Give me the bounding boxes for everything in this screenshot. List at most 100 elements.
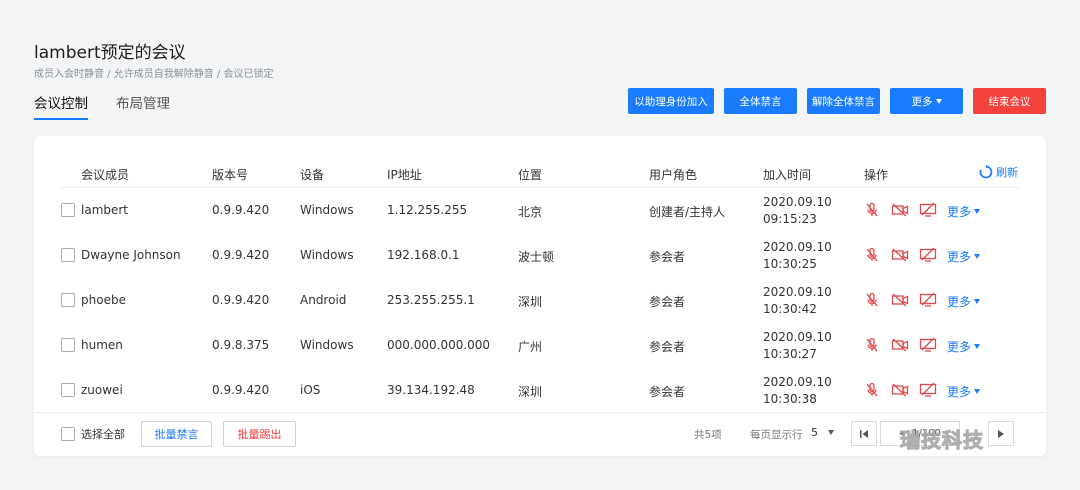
row-more-label: 更多 [947,295,972,309]
join-date: 2020.09.10 [763,240,832,254]
refresh-button[interactable]: 刷新 [979,164,1018,180]
member-name: phoebe [81,293,126,307]
caret-down-icon [974,254,981,259]
device-cell: Windows [300,248,354,262]
ip-cell: 39.134.192.48 [387,383,475,397]
caret-down-icon [974,344,981,349]
per-page-value: 5 [811,426,818,439]
header-device: 设备 [300,168,325,182]
header-member: 会议成员 [81,168,130,182]
next-page-icon [998,429,1004,438]
mic-muted-icon[interactable] [863,202,881,218]
join-time-cell: 2020.09.10 10:30:27 [763,329,832,363]
row-checkbox[interactable] [61,248,75,262]
row-more-button[interactable]: 更多 [947,383,981,400]
batch-kick-button[interactable]: 批量踢出 [223,421,296,447]
row-more-button[interactable]: 更多 [947,248,981,265]
version-cell: 0.9.8.375 [212,338,270,352]
refresh-label: 刷新 [996,166,1018,179]
join-date: 2020.09.10 [763,285,832,299]
location-cell: 深圳 [518,295,543,309]
row-more-button[interactable]: 更多 [947,293,981,310]
per-page-select[interactable]: 5 [811,426,834,439]
refresh-icon [979,165,993,179]
table-row: humen 0.9.8.375 Windows 000.000.000.000 广州 参会… [34,323,1046,368]
device-cell: Windows [300,203,354,217]
row-more-label: 更多 [947,205,972,219]
row-checkbox[interactable] [61,293,75,307]
tab-meeting-control[interactable]: 会议控制 [34,92,88,120]
header-version: 版本号 [212,168,249,182]
join-time: 10:30:27 [763,347,817,361]
join-date: 2020.09.10 [763,195,832,209]
mic-muted-icon[interactable] [863,337,881,353]
batch-mute-button[interactable]: 批量禁言 [141,421,212,447]
camera-off-icon[interactable] [891,292,909,308]
mic-muted-icon[interactable] [863,292,881,308]
join-time-cell: 2020.09.10 10:30:38 [763,374,832,408]
join-time-cell: 2020.09.10 10:30:25 [763,239,832,273]
role-cell: 参会者 [649,340,686,354]
header-role: 用户角色 [649,168,698,182]
header-ip: IP地址 [387,168,422,182]
caret-down-icon [974,209,981,214]
join-as-assistant-button[interactable]: 以助理身份加入 [628,88,714,114]
table-row: phoebe 0.9.9.420 Android 253.255.255.1 深圳 参会者… [34,278,1046,323]
row-more-label: 更多 [947,250,972,264]
device-cell: Windows [300,338,354,352]
select-all-label: 选择全部 [81,428,125,441]
screen-share-off-icon[interactable] [919,247,937,263]
tab-layout-management[interactable]: 布局管理 [116,92,170,120]
camera-off-icon[interactable] [891,247,909,263]
screen-share-off-icon[interactable] [919,337,937,353]
join-date: 2020.09.10 [763,375,832,389]
first-page-button[interactable] [851,421,877,446]
row-checkbox[interactable] [61,383,75,397]
ip-cell: 000.000.000.000 [387,338,491,352]
mic-muted-icon[interactable] [863,382,881,398]
more-actions-button[interactable]: 更多 [890,88,963,114]
tab-bar: 会议控制 布局管理 [34,92,198,120]
member-name: humen [81,338,123,352]
camera-off-icon[interactable] [891,382,909,398]
table-row: Dwayne Johnson 0.9.9.420 Windows 192.168.0.… [34,233,1046,278]
camera-off-icon[interactable] [891,202,909,218]
device-cell: Android [300,293,347,307]
ip-cell: 253.255.255.1 [387,293,475,307]
role-cell: 创建者/主持人 [649,205,726,219]
caret-down-icon [935,98,942,104]
screen-share-off-icon[interactable] [919,382,937,398]
ip-cell: 1.12.255.255 [387,203,468,217]
end-meeting-button[interactable]: 结束会议 [973,88,1046,114]
mic-muted-icon[interactable] [863,247,881,263]
member-name: lambert [81,203,129,217]
role-cell: 参会者 [649,385,686,399]
unmute-all-button[interactable]: 解除全体禁言 [807,88,880,114]
mute-all-button[interactable]: 全体禁言 [724,88,797,114]
next-page-button[interactable] [988,421,1014,446]
join-date: 2020.09.10 [763,330,832,344]
role-cell: 参会者 [649,295,686,309]
participants-card: 会议成员 版本号 设备 IP地址 位置 用户角色 加入时间 操作 刷新 lamb… [34,136,1046,456]
row-checkbox[interactable] [61,338,75,352]
caret-down-icon [974,299,981,304]
member-name: Dwayne Johnson [81,248,181,262]
screen-share-off-icon[interactable] [919,202,937,218]
camera-off-icon[interactable] [891,337,909,353]
select-all-checkbox[interactable] [61,427,75,441]
screen-share-off-icon[interactable] [919,292,937,308]
role-cell: 参会者 [649,250,686,264]
join-time-cell: 2020.09.10 09:15:23 [763,194,832,228]
join-time: 10:30:42 [763,302,817,316]
location-cell: 波士顿 [518,250,555,264]
member-name: zuowei [81,383,123,397]
row-more-button[interactable]: 更多 [947,338,981,355]
version-cell: 0.9.9.420 [212,383,270,397]
device-cell: iOS [300,383,321,397]
row-more-label: 更多 [947,340,972,354]
row-checkbox[interactable] [61,203,75,217]
caret-down-icon [974,389,981,394]
ip-cell: 192.168.0.1 [387,248,460,262]
total-count: 共5项 [694,429,722,441]
row-more-button[interactable]: 更多 [947,203,981,220]
